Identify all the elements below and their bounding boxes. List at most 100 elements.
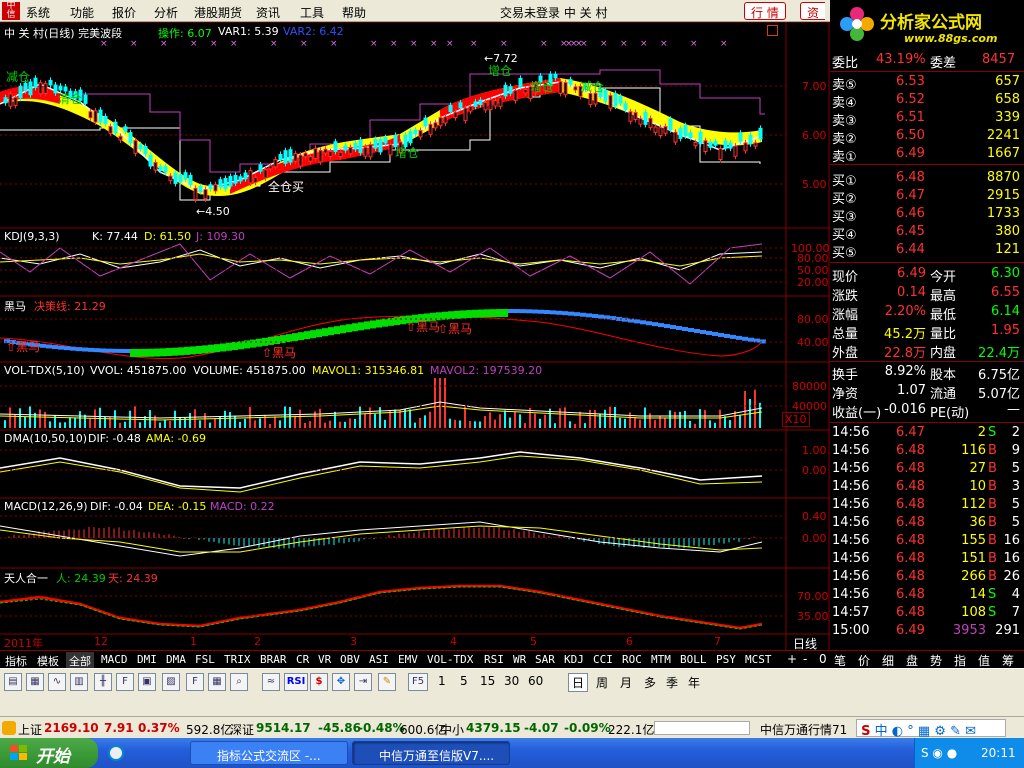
indicator-tab[interactable]: WR xyxy=(510,652,529,668)
detail-tab[interactable]: 盘 xyxy=(906,652,918,669)
menu-system[interactable]: 系统 xyxy=(26,4,50,21)
volume-bar xyxy=(239,421,241,428)
indicator-tab[interactable]: CR xyxy=(293,652,312,668)
indicator-tab[interactable]: 指标 xyxy=(2,652,30,668)
rsi-icon[interactable]: RSI xyxy=(284,673,308,691)
period-day[interactable]: 日 xyxy=(568,673,589,692)
news-icon[interactable]: ▣ xyxy=(138,673,156,691)
period-60min[interactable]: 60 xyxy=(528,674,543,688)
indicator-tab[interactable]: VR xyxy=(315,652,334,668)
task-forum[interactable]: 指标公式交流区 -... xyxy=(190,741,348,765)
move-icon[interactable]: ✥ xyxy=(332,673,350,691)
export-icon[interactable]: ⇥ xyxy=(354,673,372,691)
menu-tools[interactable]: 工具 xyxy=(300,4,324,21)
indicator-tab[interactable]: KDJ xyxy=(561,652,587,668)
indicator-tab[interactable]: MCST xyxy=(742,652,775,668)
candle-body xyxy=(563,82,568,96)
period-year[interactable]: 年 xyxy=(688,674,700,691)
period-month[interactable]: 月 xyxy=(620,674,632,691)
divider xyxy=(830,361,1024,362)
indicator-tab[interactable]: BOLL xyxy=(677,652,710,668)
volume-bar xyxy=(639,419,641,428)
wave-icon[interactable]: ≈ xyxy=(262,673,280,691)
money-icon[interactable]: $ xyxy=(310,673,328,691)
detail-tab[interactable]: 势 xyxy=(930,652,942,669)
sell-level-label: 卖② xyxy=(832,132,857,147)
menu-hk-futures[interactable]: 港股期货 xyxy=(194,4,242,21)
detail-tab[interactable]: 价 xyxy=(858,652,870,669)
tick-volume: 108 xyxy=(961,605,986,620)
indicator-tab[interactable]: OBV xyxy=(337,652,363,668)
detail-tab[interactable]: 细 xyxy=(882,652,894,669)
indicator-tab[interactable]: FSL xyxy=(192,652,218,668)
indicator-tab[interactable]: ROC xyxy=(619,652,645,668)
indicator-tab[interactable]: PSY xyxy=(713,652,739,668)
annotation-reduce: 减仓 xyxy=(6,70,31,84)
quote-icon[interactable]: ▤ xyxy=(4,673,22,691)
period-15min[interactable]: 15 xyxy=(480,674,495,688)
period-multi[interactable]: 多 xyxy=(644,674,656,691)
f10-icon[interactable]: F xyxy=(116,673,134,691)
line-chart-icon[interactable]: ∿ xyxy=(48,673,66,691)
zoom-reset-button[interactable]: 0 xyxy=(819,652,827,666)
indicator-tab[interactable]: SAR xyxy=(532,652,558,668)
indicator-tab[interactable]: TRIX xyxy=(221,652,254,668)
indicator-tab[interactable]: MTM xyxy=(648,652,674,668)
indicator-tab[interactable]: MACD xyxy=(98,652,131,668)
main-close-icon[interactable] xyxy=(767,25,778,36)
menu-news[interactable]: 资讯 xyxy=(256,4,280,21)
indicator-tab[interactable]: EMV xyxy=(395,652,421,668)
period-1min[interactable]: 1 xyxy=(438,674,446,688)
volume-bar xyxy=(409,409,411,428)
indicator-tab[interactable]: ASI xyxy=(366,652,392,668)
windows-taskbar: 开始 指标公式交流区 -... 中信万通至信版V7.... S ◉ ● 20:1… xyxy=(0,738,1024,768)
menu-function[interactable]: 功能 xyxy=(70,4,94,21)
tray-icons[interactable]: S ◉ ● xyxy=(921,746,957,760)
grid-icon[interactable]: ▦ xyxy=(208,673,226,691)
indicator-tab[interactable]: BRAR xyxy=(257,652,290,668)
menu-help[interactable]: 帮助 xyxy=(342,4,366,21)
indicator-tab[interactable]: 模板 xyxy=(34,652,62,668)
quote-button[interactable]: 行 情 xyxy=(744,2,786,20)
ime-bar[interactable]: S 中 ◐ ° ▦ ⚙ ✎ ✉ xyxy=(856,719,1006,739)
period-quarter[interactable]: 季 xyxy=(666,674,678,691)
heima-block xyxy=(454,310,460,319)
zoom-icon[interactable]: ⌕ xyxy=(230,673,248,691)
candle-body xyxy=(203,189,208,200)
detail-tab[interactable]: 指 xyxy=(954,652,966,669)
indicator-tab[interactable]: DMI xyxy=(134,652,160,668)
signal-x-marker: × xyxy=(500,39,508,49)
kdj-k-value: K: 77.44 xyxy=(92,230,138,243)
candle-icon[interactable]: ╫ xyxy=(94,673,112,691)
candle-body xyxy=(553,73,558,79)
indicator-tab[interactable]: CCI xyxy=(590,652,616,668)
pencil-icon[interactable]: ✎ xyxy=(378,673,396,691)
zoom-in-button[interactable]: + xyxy=(787,652,797,666)
menu-analysis[interactable]: 分析 xyxy=(154,4,178,21)
trade-button[interactable]: 资 xyxy=(800,2,826,20)
table-icon[interactable]: ▦ xyxy=(26,673,44,691)
period-week[interactable]: 周 xyxy=(596,674,608,691)
bar-chart-icon[interactable]: ▥ xyxy=(70,673,88,691)
period-30min[interactable]: 30 xyxy=(504,674,519,688)
chart-area[interactable]: × × × × × × × × × × × × × × × × × × × × × × × × × × × × xyxy=(0,22,830,651)
f2-icon[interactable]: F xyxy=(186,673,204,691)
zoom-out-button[interactable]: - xyxy=(803,652,807,666)
heima-block xyxy=(52,345,58,350)
f5-button[interactable]: F5 xyxy=(408,673,428,691)
period-5min[interactable]: 5 xyxy=(460,674,468,688)
volume-bar xyxy=(99,407,101,428)
indicator-tab[interactable]: RSI xyxy=(481,652,507,668)
menu-quote[interactable]: 报价 xyxy=(112,4,136,21)
chart-canvas[interactable]: × × × × × × × × × × × × × × × × × ××××× × × × × × × xyxy=(0,22,830,650)
detail-tab[interactable]: 笔 xyxy=(834,652,846,669)
indicator-tab[interactable]: 全部 xyxy=(66,652,94,668)
quicklaunch-icon[interactable] xyxy=(108,745,124,761)
indicator-tab[interactable]: VOL-TDX xyxy=(424,652,476,668)
task-app[interactable]: 中信万通至信版V7.... xyxy=(352,741,510,765)
indicator-tab[interactable]: DMA xyxy=(163,652,189,668)
detail-tab[interactable]: 筹 xyxy=(1002,652,1014,669)
detail-tab[interactable]: 值 xyxy=(978,652,990,669)
chart-type-icon[interactable]: ▨ xyxy=(162,673,180,691)
start-button[interactable]: 开始 xyxy=(0,738,98,768)
